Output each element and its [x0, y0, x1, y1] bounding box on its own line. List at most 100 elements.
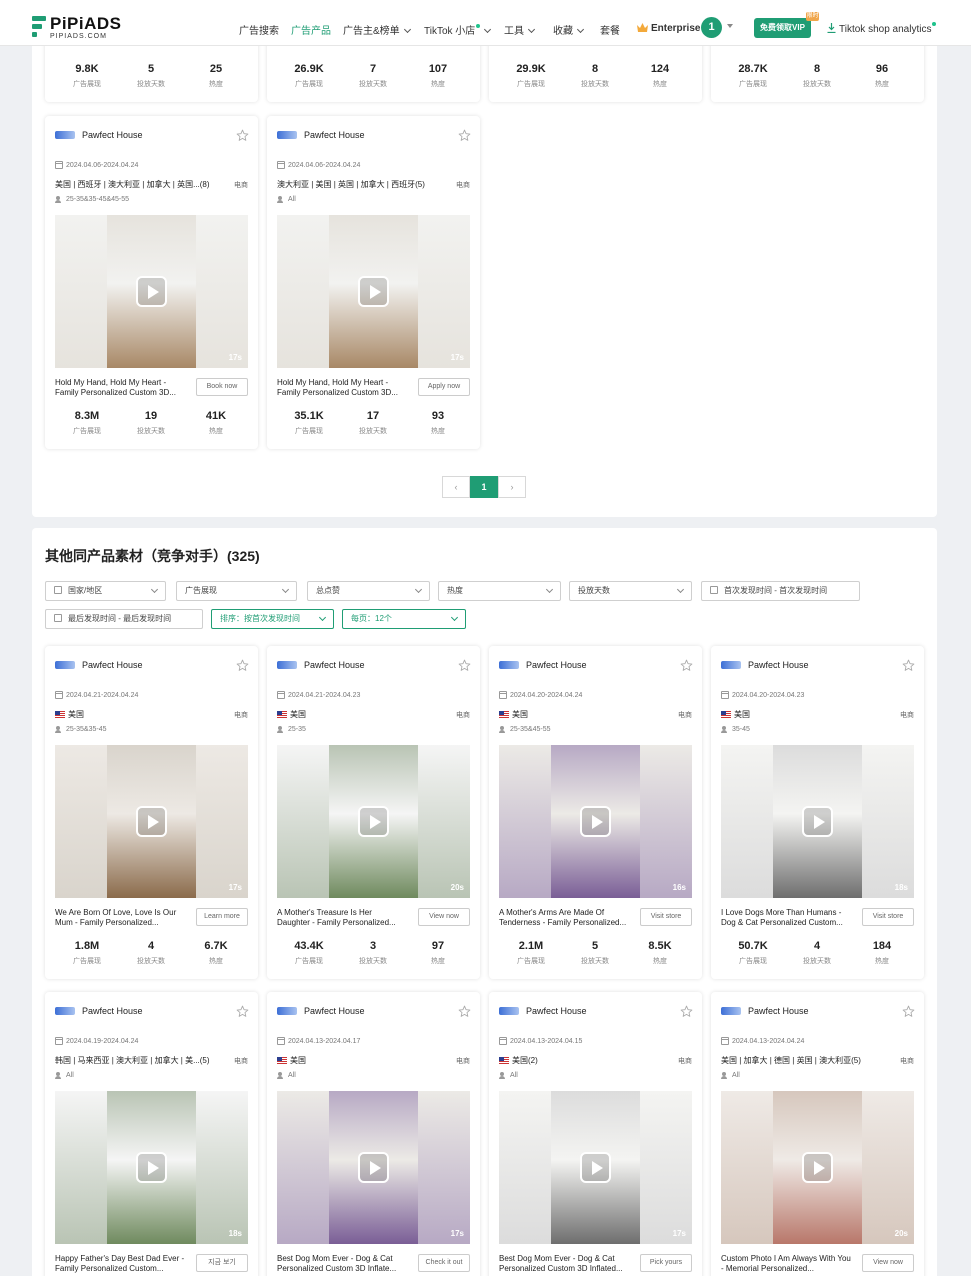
video-thumbnail[interactable]: 17s: [55, 215, 248, 368]
favorite-star-icon[interactable]: [458, 659, 471, 672]
nav-ad-search[interactable]: 广告搜索: [239, 22, 279, 37]
play-icon[interactable]: [358, 806, 389, 837]
favorite-star-icon[interactable]: [902, 659, 915, 672]
ad-card[interactable]: Pawfect House 2024.04.13-2024.04.17 美国 电商 Al…: [267, 992, 480, 1276]
favorite-star-icon[interactable]: [458, 129, 471, 142]
last-seen-filter[interactable]: 最后发现时间 - 最后发现时间: [45, 609, 203, 629]
favorite-star-icon[interactable]: [680, 1005, 693, 1018]
video-thumbnail[interactable]: 17s: [55, 745, 248, 898]
play-icon[interactable]: [136, 806, 167, 837]
video-thumbnail[interactable]: 17s: [499, 1091, 692, 1244]
age-range: All: [277, 1072, 296, 1079]
nav-plans[interactable]: 套餐: [600, 22, 620, 37]
ad-title[interactable]: We Are Born Of Love, Love Is Our Mum - F…: [55, 908, 185, 928]
favorite-star-icon[interactable]: [236, 129, 249, 142]
ad-title[interactable]: Best Dog Mom Ever - Dog & Cat Personaliz…: [499, 1254, 629, 1274]
caret-down-icon[interactable]: [727, 24, 733, 28]
video-thumbnail[interactable]: 20s: [721, 1091, 914, 1244]
video-thumbnail[interactable]: 17s: [277, 215, 470, 368]
shop-info[interactable]: Pawfect House: [277, 660, 365, 670]
favorite-star-icon[interactable]: [902, 1005, 915, 1018]
shop-info[interactable]: Pawfect House: [277, 130, 365, 140]
notification-badge[interactable]: 1: [701, 17, 722, 38]
shop-info[interactable]: Pawfect House: [499, 660, 587, 670]
per-page-select[interactable]: 每页：12个: [342, 609, 466, 629]
play-icon[interactable]: [136, 276, 167, 307]
ad-card[interactable]: Pawfect House 2024.04.19-2024.04.24 韩国 | 马…: [45, 992, 258, 1276]
cta-button[interactable]: Visit store: [640, 908, 692, 926]
ad-card[interactable]: Pawfect House 2024.04.21-2024.04.24 美国 电商 25…: [45, 646, 258, 979]
nav-tiktok-shop[interactable]: TikTok 小店: [424, 22, 492, 37]
play-icon[interactable]: [136, 1152, 167, 1183]
ad-title[interactable]: I Love Dogs More Than Humans - Dog & Cat…: [721, 908, 851, 928]
ad-card[interactable]: Pawfect House 2024.04.06-2024.04.24 美国 | 西…: [45, 116, 258, 449]
shop-info[interactable]: Pawfect House: [721, 1006, 809, 1016]
video-thumbnail[interactable]: 16s: [499, 745, 692, 898]
favorite-star-icon[interactable]: [458, 1005, 471, 1018]
thumbnail-side-blur: [418, 745, 470, 898]
ad-card[interactable]: Pawfect House 2024.04.06-2024.04.24 澳大利亚 |…: [267, 116, 480, 449]
ad-card[interactable]: Pawfect House 2024.04.20-2024.04.24 美国 电商 25…: [489, 646, 702, 979]
shop-info[interactable]: Pawfect House: [499, 1006, 587, 1016]
cta-button[interactable]: 지금 보기: [196, 1254, 248, 1272]
ad-title[interactable]: A Mother's Treasure Is Her Daughter - Fa…: [277, 908, 407, 928]
play-icon[interactable]: [358, 1152, 389, 1183]
ad-card[interactable]: Pawfect House 2024.04.20-2024.04.23 美国 电商 35…: [711, 646, 924, 979]
favorite-star-icon[interactable]: [680, 659, 693, 672]
cta-button[interactable]: View now: [862, 1254, 914, 1272]
video-thumbnail[interactable]: 17s: [277, 1091, 470, 1244]
ad-title[interactable]: Happy Father's Day Best Dad Ever - Famil…: [55, 1254, 185, 1274]
likes-filter[interactable]: 总点赞: [307, 581, 430, 601]
prev-page-button[interactable]: ‹: [442, 476, 470, 498]
nav-tiktok-shop-label: TikTok 小店: [424, 26, 476, 37]
impressions-filter[interactable]: 广告展现: [176, 581, 297, 601]
favorite-star-icon[interactable]: [236, 659, 249, 672]
next-page-button[interactable]: ›: [498, 476, 526, 498]
ad-title[interactable]: A Mother's Arms Are Made Of Tenderness -…: [499, 908, 629, 928]
ad-title[interactable]: Hold My Hand, Hold My Heart - Family Per…: [55, 378, 185, 398]
heat-filter[interactable]: 热度: [438, 581, 561, 601]
shop-info[interactable]: Pawfect House: [277, 1006, 365, 1016]
ad-card[interactable]: Pawfect House 2024.04.13-2024.04.15 美国(2) 电…: [489, 992, 702, 1276]
shop-info[interactable]: Pawfect House: [721, 660, 809, 670]
ad-title[interactable]: Custom Photo I Am Always With You - Memo…: [721, 1254, 851, 1274]
free-vip-button[interactable]: 免费领取VIP: [754, 18, 811, 38]
cta-button[interactable]: Visit store: [862, 908, 914, 926]
video-thumbnail[interactable]: 18s: [55, 1091, 248, 1244]
sort-select[interactable]: 排序：按首次发现时间: [211, 609, 334, 629]
cta-button[interactable]: Apply now: [418, 378, 470, 396]
ad-card[interactable]: Pawfect House 2024.04.13-2024.04.24 美国 | 加…: [711, 992, 924, 1276]
play-icon[interactable]: [580, 806, 611, 837]
play-icon[interactable]: [802, 1152, 833, 1183]
cta-button[interactable]: Check it out: [418, 1254, 470, 1272]
tiktok-shop-analytics-link[interactable]: Tiktok shop analytics: [827, 22, 937, 35]
cta-button[interactable]: Learn more: [196, 908, 248, 926]
heat-stat: 184 热度: [852, 940, 912, 966]
play-icon[interactable]: [802, 806, 833, 837]
cta-button[interactable]: Book now: [196, 378, 248, 396]
page-1-button[interactable]: 1: [470, 476, 498, 498]
favorite-star-icon[interactable]: [236, 1005, 249, 1018]
play-icon[interactable]: [580, 1152, 611, 1183]
shop-info[interactable]: Pawfect House: [55, 660, 143, 670]
ad-card[interactable]: Pawfect House 2024.04.21-2024.04.23 美国 电商 25…: [267, 646, 480, 979]
nav-enterprise[interactable]: Enterprise: [637, 22, 700, 34]
nav-ad-products[interactable]: 广告产品: [291, 22, 331, 37]
first-seen-filter[interactable]: 首次发现时间 - 首次发现时间: [701, 581, 860, 601]
play-icon[interactable]: [358, 276, 389, 307]
cta-button[interactable]: Pick yours: [640, 1254, 692, 1272]
nav-tools[interactable]: 工具: [504, 22, 536, 37]
ad-title[interactable]: Hold My Hand, Hold My Heart - Family Per…: [277, 378, 407, 398]
nav-favorites[interactable]: 收藏: [553, 22, 585, 37]
calendar-icon: [54, 614, 62, 622]
nav-advertisers[interactable]: 广告主&榜单: [343, 22, 411, 37]
days-filter[interactable]: 投放天数: [569, 581, 692, 601]
video-thumbnail[interactable]: 20s: [277, 745, 470, 898]
ad-title[interactable]: Best Dog Mom Ever - Dog & Cat Personaliz…: [277, 1254, 407, 1274]
heat-label: 热度: [209, 81, 223, 88]
video-thumbnail[interactable]: 18s: [721, 745, 914, 898]
shop-info[interactable]: Pawfect House: [55, 1006, 143, 1016]
cta-button[interactable]: View now: [418, 908, 470, 926]
country-filter[interactable]: 国家/地区: [45, 581, 166, 601]
shop-info[interactable]: Pawfect House: [55, 130, 143, 140]
